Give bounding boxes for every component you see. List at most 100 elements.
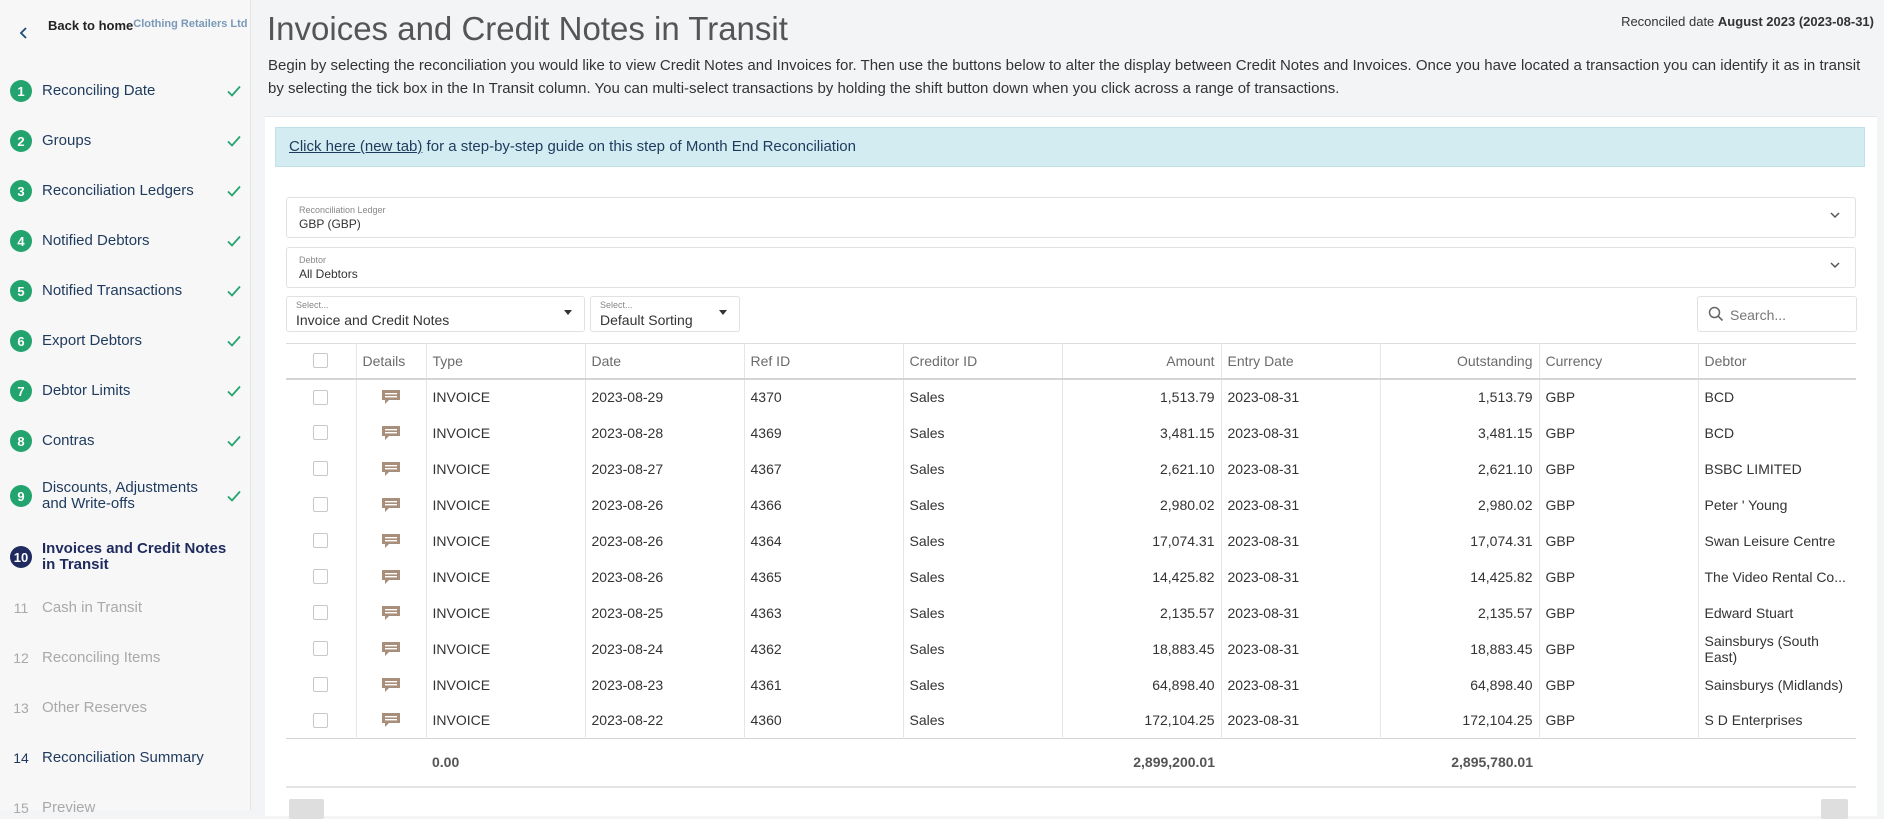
sidebar-step-7[interactable]: 7 Debtor Limits — [10, 380, 242, 402]
sidebar: Back to home Clothing Retailers Ltd 1 Rec… — [0, 0, 251, 816]
cell-type: INVOICE — [426, 378, 586, 415]
cell-entry: 2023-08-31 — [1221, 594, 1381, 631]
in-transit-checkbox[interactable] — [313, 569, 329, 584]
check-icon — [226, 133, 242, 149]
table-row[interactable]: INVOICE 2023-08-28 4369 Sales 3,481.15 2023-0… — [286, 414, 1856, 451]
sidebar-step-10[interactable]: 10 Invoices and Credit Notes in Transit — [10, 541, 242, 573]
back-to-home-link[interactable]: Back to home Clothing Retailers Ltd — [0, 0, 250, 60]
column-header-amount[interactable]: Amount — [1062, 343, 1222, 380]
cell-entry: 2023-08-31 — [1221, 558, 1381, 595]
in-transit-checkbox[interactable] — [313, 712, 329, 728]
table-row[interactable]: INVOICE 2023-08-26 4364 Sales 17,074.31 2023-… — [286, 522, 1856, 559]
cell-amount: 64,898.40 — [1062, 666, 1222, 703]
table-row[interactable]: INVOICE 2023-08-23 4361 Sales 64,898.40 2023-… — [286, 666, 1856, 703]
transaction-type-select[interactable]: Select... Invoice and Credit Notes — [286, 296, 585, 332]
table-header-row: Details Type Date Ref ID Creditor ID Amo… — [286, 343, 1856, 380]
cell-debtor: BSBC LIMITED — [1704, 460, 1802, 477]
cell-ref: 4361 — [744, 666, 904, 703]
table-row[interactable]: INVOICE 2023-08-29 4370 Sales 1,513.79 2023-0… — [286, 378, 1856, 415]
column-header-creditor-id[interactable]: Creditor ID — [903, 343, 1063, 380]
sidebar-step-1[interactable]: 1 Reconciling Date — [10, 80, 242, 102]
step-number: 11 — [13, 600, 29, 616]
cell-currency: GBP — [1539, 666, 1699, 703]
comment-icon[interactable] — [381, 677, 401, 693]
check-icon — [226, 233, 242, 249]
cell-amount: 2,980.02 — [1062, 486, 1222, 523]
step-label: Reconciliation Ledgers — [42, 182, 194, 199]
cell-ref: 4363 — [744, 594, 904, 631]
cell-ref: 4370 — [744, 378, 904, 415]
comment-icon[interactable] — [381, 641, 401, 657]
cell-ref: 4364 — [744, 522, 904, 559]
total-amount: 2,899,200.01 — [1062, 738, 1221, 788]
cell-currency: GBP — [1539, 558, 1699, 595]
sidebar-step-4[interactable]: 4 Notified Debtors — [10, 230, 242, 252]
in-transit-checkbox[interactable] — [313, 497, 329, 512]
guide-text: for a step-by-step guide on this step of… — [422, 138, 856, 155]
select-all-header — [286, 343, 357, 380]
in-transit-checkbox[interactable] — [313, 641, 329, 656]
cell-currency: GBP — [1539, 630, 1699, 667]
guide-link[interactable]: Click here (new tab) — [289, 138, 422, 155]
cell-outstanding: 18,883.45 — [1380, 630, 1540, 667]
select-all-checkbox[interactable] — [313, 353, 329, 369]
table-row[interactable]: INVOICE 2023-08-26 4366 Sales 2,980.02 2023-0… — [286, 486, 1856, 523]
in-transit-checkbox[interactable] — [313, 425, 329, 440]
transactions-table: Details Type Date Ref ID Creditor ID Amo… — [286, 343, 1856, 788]
step-number: 5 — [10, 280, 32, 302]
cell-creditor: Sales — [903, 486, 1063, 523]
sorting-select[interactable]: Select... Default Sorting — [590, 296, 740, 332]
in-transit-checkbox[interactable] — [313, 533, 329, 548]
column-header-debtor[interactable]: Debtor — [1698, 343, 1856, 380]
sidebar-step-5[interactable]: 5 Notified Transactions — [10, 280, 242, 302]
in-transit-checkbox[interactable] — [313, 677, 329, 692]
sidebar-step-8[interactable]: 8 Contras — [10, 430, 242, 452]
comment-icon[interactable] — [381, 712, 401, 728]
search-input[interactable] — [1730, 305, 1848, 325]
caret-down-icon — [719, 310, 727, 315]
in-transit-checkbox[interactable] — [313, 605, 329, 620]
comment-icon[interactable] — [381, 425, 401, 441]
column-header-date[interactable]: Date — [585, 343, 745, 380]
step-label: Other Reserves — [42, 699, 148, 716]
cell-currency: GBP — [1539, 378, 1699, 415]
reconciliation-ledger-select[interactable]: Reconciliation Ledger GBP (GBP) — [286, 197, 1856, 238]
column-header-currency[interactable]: Currency — [1539, 343, 1699, 380]
cell-date: 2023-08-27 — [585, 450, 745, 487]
column-header-details[interactable]: Details — [356, 343, 427, 380]
cell-date: 2023-08-26 — [585, 558, 745, 595]
cell-ref: 4365 — [744, 558, 904, 595]
comment-icon[interactable] — [381, 605, 401, 621]
cell-creditor: Sales — [903, 666, 1063, 703]
step-number: 14 — [13, 750, 29, 766]
column-header-type[interactable]: Type — [426, 343, 586, 380]
column-header-outstanding[interactable]: Outstanding — [1380, 343, 1540, 380]
table-row[interactable]: INVOICE 2023-08-26 4365 Sales 14,425.82 2023-… — [286, 558, 1856, 595]
comment-icon[interactable] — [381, 497, 401, 513]
scroll-left-button[interactable] — [289, 799, 324, 819]
column-header-ref-id[interactable]: Ref ID — [744, 343, 904, 380]
comment-icon[interactable] — [381, 389, 401, 405]
comment-icon[interactable] — [381, 533, 401, 549]
sidebar-step-9[interactable]: 9 Discounts, Adjustments and Write-offs — [10, 480, 242, 512]
column-header-entry-date[interactable]: Entry Date — [1221, 343, 1381, 380]
sidebar-step-3[interactable]: 3 Reconciliation Ledgers — [10, 180, 242, 202]
debtor-select[interactable]: Debtor All Debtors — [286, 247, 1856, 288]
comment-icon[interactable] — [381, 461, 401, 477]
chevron-left-icon — [18, 26, 32, 40]
table-row[interactable]: INVOICE 2023-08-22 4360 Sales 172,104.25 2023… — [286, 702, 1856, 739]
scroll-right-button[interactable] — [1821, 799, 1848, 819]
table-row[interactable]: INVOICE 2023-08-27 4367 Sales 2,621.10 2023-0… — [286, 450, 1856, 487]
sidebar-step-14[interactable]: 14 Reconciliation Summary — [10, 747, 242, 769]
in-transit-checkbox[interactable] — [313, 389, 329, 405]
sidebar-step-6[interactable]: 6 Export Debtors — [10, 330, 242, 352]
table-row[interactable]: INVOICE 2023-08-24 4362 Sales 18,883.45 2023-… — [286, 630, 1856, 667]
cell-ref: 4362 — [744, 630, 904, 667]
cell-date: 2023-08-28 — [585, 414, 745, 451]
in-transit-checkbox[interactable] — [313, 461, 329, 476]
content-panel: Click here (new tab) for a step-by-step … — [265, 116, 1877, 819]
back-to-home-label: Back to home — [48, 18, 134, 33]
comment-icon[interactable] — [381, 569, 401, 585]
table-row[interactable]: INVOICE 2023-08-25 4363 Sales 2,135.57 2023-0… — [286, 594, 1856, 631]
sidebar-step-2[interactable]: 2 Groups — [10, 130, 242, 152]
